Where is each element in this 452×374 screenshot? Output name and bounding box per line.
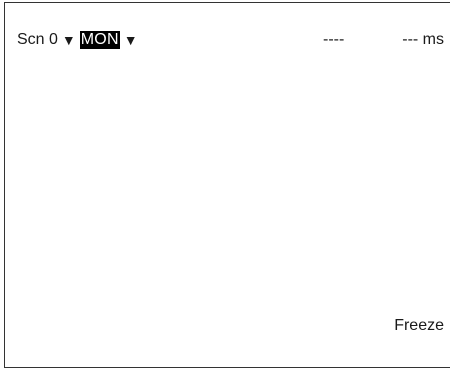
mode-badge[interactable]: MON (79, 31, 120, 49)
measurement-counter: ---- (323, 31, 345, 48)
scene-label: Scn 0 (17, 31, 58, 48)
freeze-status: Freeze (394, 317, 444, 334)
monitor-screen: Scn 0 ▼ MON ▼ ---- --- ms Freeze (4, 2, 450, 368)
scene-dropdown-arrow-icon[interactable]: ▼ (62, 31, 76, 49)
status-bar: Scn 0 ▼ MON ▼ (17, 31, 142, 49)
mode-dropdown-arrow-icon[interactable]: ▼ (124, 31, 138, 49)
processing-time: --- ms (402, 31, 444, 48)
